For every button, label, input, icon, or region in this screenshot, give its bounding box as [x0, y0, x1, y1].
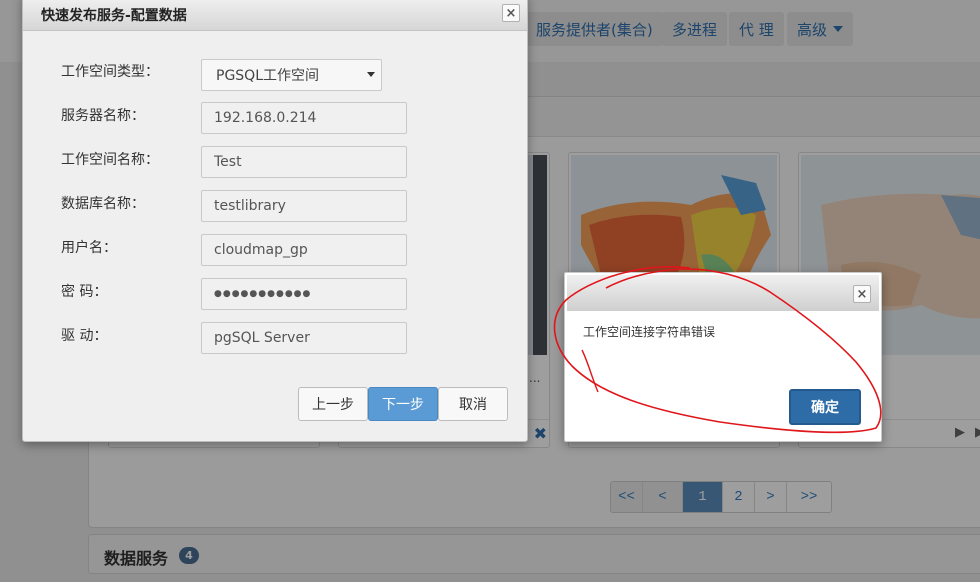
select-value: PGSQL工作空间 — [216, 68, 319, 84]
error-alert-dialog: × 工作空间连接字符串错误 确定 — [564, 272, 882, 442]
password-input[interactable]: ●●●●●●●●●●● — [201, 278, 407, 310]
dialog-title: 快速发布服务-配置数据 — [41, 8, 187, 24]
ok-button[interactable]: 确定 — [789, 389, 861, 425]
prev-step-button[interactable]: 上一步 — [298, 387, 368, 421]
close-icon[interactable]: × — [853, 285, 871, 303]
username-input[interactable]: cloudmap_gp — [201, 234, 407, 266]
username-label: 用户名： — [61, 240, 117, 256]
next-step-button[interactable]: 下一步 — [368, 387, 438, 421]
database-name-input[interactable]: testlibrary — [201, 190, 407, 222]
server-name-label: 服务器名称： — [61, 108, 145, 124]
alert-header: × — [567, 275, 879, 311]
server-name-input[interactable]: 192.168.0.214 — [201, 102, 407, 134]
publish-wizard-dialog: 快速发布服务-配置数据 × 工作空间类型： PGSQL工作空间 服务器名称： 1… — [22, 0, 528, 442]
workspace-type-select[interactable]: PGSQL工作空间 — [201, 59, 382, 91]
close-icon[interactable]: × — [502, 4, 520, 22]
dialog-header: 快速发布服务-配置数据 × — [23, 0, 527, 31]
workspace-name-label: 工作空间名称： — [61, 152, 159, 168]
database-name-label: 数据库名称： — [61, 196, 145, 212]
cancel-button[interactable]: 取消 — [438, 387, 508, 421]
driver-label: 驱 动： — [61, 328, 108, 344]
workspace-name-input[interactable]: Test — [201, 146, 407, 178]
driver-input[interactable]: pgSQL Server — [201, 322, 407, 354]
alert-message: 工作空间连接字符串错误 — [583, 325, 716, 339]
password-label: 密 码： — [61, 284, 108, 300]
dropdown-arrow-icon — [367, 72, 375, 77]
workspace-type-label: 工作空间类型： — [61, 64, 159, 80]
